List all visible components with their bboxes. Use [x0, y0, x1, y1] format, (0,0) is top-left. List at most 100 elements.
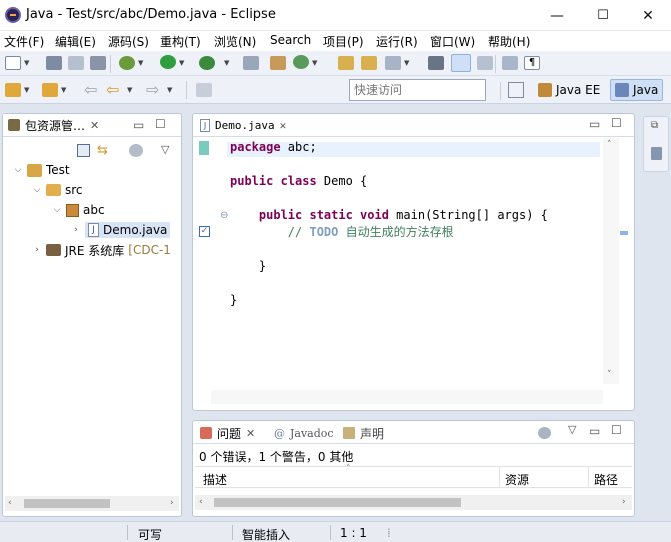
- collapse-all-icon[interactable]: [77, 144, 90, 157]
- forward-icon[interactable]: ⇨: [146, 80, 159, 99]
- open-type-icon[interactable]: [338, 56, 354, 70]
- tree-item-test[interactable]: ⌵ Test: [3, 160, 181, 180]
- save-all-icon[interactable]: [68, 56, 84, 70]
- scroll-up-icon[interactable]: ˄: [607, 140, 612, 150]
- toggle-mark-icon[interactable]: [428, 56, 444, 70]
- save-icon[interactable]: [46, 56, 62, 70]
- maximize-button[interactable]: ☐: [580, 0, 626, 31]
- scroll-right-icon[interactable]: ›: [622, 497, 626, 507]
- fold-toggle-icon[interactable]: ⊖: [220, 210, 228, 221]
- code-area[interactable]: package abc; public class Demo { public …: [230, 139, 606, 389]
- run-icon[interactable]: [160, 55, 176, 69]
- scroll-down-icon[interactable]: ˅: [607, 370, 612, 380]
- view-menu-icon[interactable]: ▽: [161, 143, 169, 156]
- menu-window[interactable]: 窗口(W): [430, 33, 475, 50]
- perspective-java[interactable]: Java: [610, 79, 664, 101]
- menu-project[interactable]: 项目(P): [323, 33, 364, 50]
- tree-item-abc[interactable]: ⌵ abc: [3, 200, 181, 220]
- chevron-down-icon[interactable]: ▼: [24, 59, 29, 67]
- focus-icon[interactable]: [129, 144, 143, 157]
- open-folder-icon[interactable]: [361, 56, 377, 70]
- chevron-down-icon[interactable]: ▼: [61, 86, 66, 94]
- menu-help[interactable]: 帮助(H): [488, 33, 530, 50]
- minimize-view-icon[interactable]: ▭: [589, 424, 600, 438]
- run-external-icon[interactable]: [199, 56, 215, 70]
- overview-ruler-marker[interactable]: [620, 231, 628, 235]
- menu-file[interactable]: 文件(F): [4, 33, 44, 50]
- minimize-button[interactable]: —: [534, 0, 580, 31]
- new-icon[interactable]: [5, 56, 21, 70]
- editor-horizontal-scrollbar[interactable]: [211, 390, 603, 404]
- quick-access-input[interactable]: [349, 79, 486, 101]
- highlight-icon[interactable]: [451, 54, 471, 72]
- next-annotation-icon[interactable]: [5, 83, 21, 97]
- tree-item-src[interactable]: ⌵ src: [3, 180, 181, 200]
- block-selection-icon[interactable]: [502, 56, 518, 70]
- scrollbar-thumb[interactable]: [24, 499, 110, 508]
- chevron-down-icon[interactable]: ▼: [167, 86, 172, 94]
- vertical-scrollbar[interactable]: ˄ ˅: [603, 138, 619, 384]
- column-description[interactable]: 描述: [203, 471, 227, 488]
- open-perspective-icon[interactable]: [508, 82, 524, 98]
- tab-javadoc[interactable]: @ Javadoc: [269, 422, 339, 444]
- minimize-view-icon[interactable]: ▭: [133, 118, 144, 132]
- pin-editor-icon[interactable]: [196, 83, 212, 97]
- maximize-view-icon[interactable]: ☐: [611, 423, 622, 437]
- scroll-right-icon[interactable]: ›: [170, 498, 174, 508]
- tab-demo-java[interactable]: J Demo.java ✕: [195, 115, 292, 137]
- menu-refactor[interactable]: 重构(T): [160, 33, 201, 50]
- chevron-down-icon[interactable]: ⌵: [13, 165, 23, 175]
- maximize-view-icon[interactable]: ☐: [611, 116, 622, 130]
- perspective-java-ee[interactable]: Java EE: [534, 79, 604, 101]
- close-icon[interactable]: ✕: [280, 119, 287, 132]
- horizontal-scrollbar[interactable]: ‹ ›: [5, 496, 179, 511]
- column-path[interactable]: 路径: [594, 471, 618, 488]
- task-marker-icon[interactable]: ✓: [199, 226, 210, 237]
- close-icon[interactable]: ✕: [90, 119, 99, 132]
- chevron-down-icon[interactable]: ▼: [312, 59, 317, 67]
- scrollbar-thumb[interactable]: [214, 498, 461, 507]
- menu-edit[interactable]: 编辑(E): [55, 33, 96, 50]
- column-resource[interactable]: 资源: [505, 471, 529, 488]
- last-edit-icon[interactable]: ⇦: [84, 80, 97, 99]
- close-icon[interactable]: ✕: [246, 427, 255, 440]
- focus-icon[interactable]: [538, 427, 551, 439]
- chevron-down-icon[interactable]: ▼: [404, 59, 409, 67]
- minimize-view-icon[interactable]: ▭: [589, 117, 600, 131]
- tab-package-explorer[interactable]: 包资源管… ✕: [3, 114, 105, 136]
- chevron-right-icon[interactable]: ›: [71, 225, 81, 235]
- chevron-right-icon[interactable]: ›: [32, 245, 42, 255]
- chevron-down-icon[interactable]: ⌵: [32, 185, 42, 195]
- tree-item-demo-java[interactable]: › J Demo.java: [3, 220, 181, 240]
- show-whitespace-icon[interactable]: [477, 56, 493, 70]
- back-icon[interactable]: ⇦: [106, 80, 119, 99]
- tab-problems[interactable]: 问题 ✕: [195, 422, 261, 444]
- outline-view-icon[interactable]: [651, 147, 662, 160]
- link-with-editor-icon[interactable]: ⇆: [97, 143, 108, 158]
- restore-icon[interactable]: ⧉: [651, 120, 658, 131]
- maximize-view-icon[interactable]: ☐: [155, 117, 166, 131]
- skip-breakpoints-icon[interactable]: [243, 56, 259, 70]
- close-button[interactable]: ✕: [625, 0, 671, 31]
- search-icon[interactable]: [385, 56, 401, 70]
- chevron-down-icon[interactable]: ▼: [138, 59, 143, 67]
- print-icon[interactable]: [90, 56, 106, 70]
- menu-navigate[interactable]: 浏览(N): [214, 33, 256, 50]
- chevron-down-icon[interactable]: ▼: [127, 86, 132, 94]
- chevron-down-icon[interactable]: ▼: [24, 86, 29, 94]
- menu-search[interactable]: Search: [270, 33, 311, 47]
- chevron-down-icon[interactable]: ▼: [179, 59, 184, 67]
- scroll-left-icon[interactable]: ‹: [199, 497, 203, 507]
- new-java-project-icon[interactable]: [270, 56, 286, 70]
- new-class-icon[interactable]: [293, 55, 309, 69]
- problems-horizontal-scrollbar[interactable]: ‹ ›: [195, 495, 632, 510]
- menu-source[interactable]: 源码(S): [108, 33, 149, 50]
- menu-run[interactable]: 运行(R): [376, 33, 418, 50]
- previous-annotation-icon[interactable]: [42, 83, 58, 97]
- chevron-down-icon[interactable]: ⌵: [52, 205, 62, 215]
- debug-icon[interactable]: [119, 56, 135, 70]
- tab-declaration[interactable]: 声明: [338, 422, 389, 444]
- scroll-left-icon[interactable]: ‹: [8, 498, 12, 508]
- pilcrow-icon[interactable]: ¶: [524, 56, 540, 70]
- chevron-down-icon[interactable]: ▼: [224, 59, 229, 67]
